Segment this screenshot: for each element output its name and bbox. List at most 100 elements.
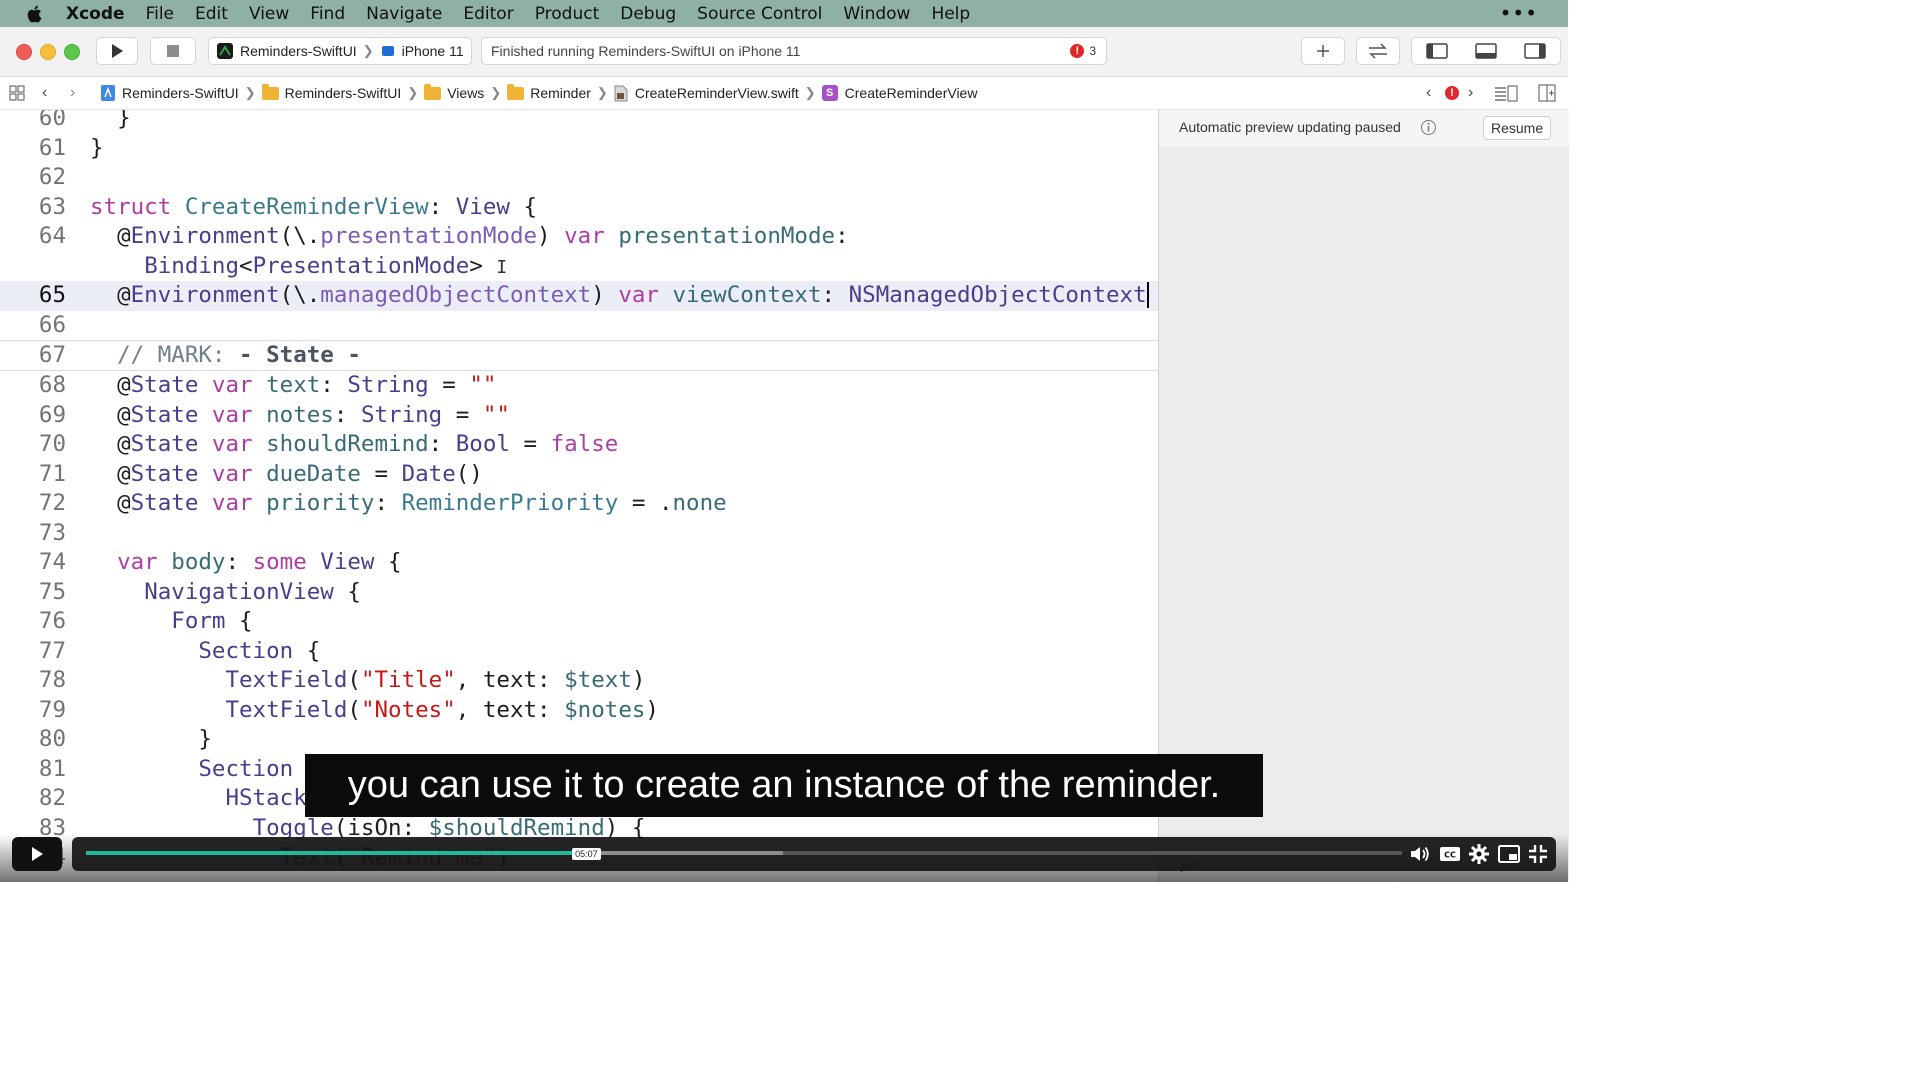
menu-help[interactable]: Help: [931, 4, 970, 24]
code-line: 72 @State var priority: ReminderPriority…: [0, 489, 1158, 519]
code-line: 62: [0, 163, 1158, 193]
menu-editor[interactable]: Editor: [463, 4, 513, 24]
info-icon[interactable]: [1420, 119, 1437, 136]
code-line: 74 var body: some View {: [0, 548, 1158, 578]
line-code: @State var notes: String = "": [90, 401, 510, 428]
menu-source-control[interactable]: Source Control: [697, 4, 822, 24]
crumb-reminder[interactable]: Reminder: [530, 85, 591, 101]
more-icon[interactable]: •••: [1500, 1, 1538, 25]
error-icon: !: [1070, 44, 1085, 58]
menu-debug[interactable]: Debug: [620, 4, 676, 24]
plus-icon: [1317, 45, 1329, 57]
back-icon[interactable]: ‹: [42, 77, 47, 109]
line-number: 82: [38, 785, 66, 811]
code-line: 80 }: [0, 725, 1158, 755]
menu-view[interactable]: View: [249, 4, 289, 24]
forward-icon[interactable]: ›: [70, 77, 75, 109]
line-code: Form {: [171, 608, 253, 634]
left-panel-icon[interactable]: [1425, 43, 1448, 59]
chevron-right-icon: ❯: [244, 85, 256, 100]
add-editor-icon[interactable]: [1538, 77, 1556, 109]
crumb-project[interactable]: Reminders-SwiftUI: [122, 85, 239, 101]
line-code: Section: [198, 755, 294, 782]
code-line: 64 @Environment(\.presentationMode) var …: [0, 222, 1158, 252]
menu-file[interactable]: File: [146, 4, 174, 24]
error-count: 3: [1089, 44, 1096, 58]
stop-button[interactable]: [150, 37, 196, 65]
code-line: 68 @State var text: String = "": [0, 371, 1158, 401]
minimize-window-button[interactable]: [40, 44, 56, 60]
editor-options-icon[interactable]: [1494, 77, 1518, 109]
menu-xcode[interactable]: Xcode: [66, 4, 125, 24]
line-number: 66: [38, 311, 66, 338]
menu-product[interactable]: Product: [535, 4, 600, 24]
zoom-window-button[interactable]: [64, 44, 80, 60]
menu-bar: Xcode File Edit View Find Navigate Edito…: [0, 0, 1568, 27]
code-line: 73: [0, 519, 1158, 549]
code-line: 60 }: [0, 110, 1158, 134]
menu-navigate[interactable]: Navigate: [366, 4, 442, 24]
line-number: 75: [38, 578, 66, 605]
code-line: 71 @State var dueDate = Date(): [0, 460, 1158, 490]
exit-fullscreen-icon[interactable]: [1526, 842, 1550, 866]
code-review-button[interactable]: [1356, 37, 1400, 65]
apple-icon[interactable]: [24, 3, 46, 25]
run-button[interactable]: [96, 37, 138, 65]
previous-issue-icon[interactable]: ‹: [1426, 77, 1431, 109]
code-line: 77 Section {: [0, 637, 1158, 667]
error-indicator[interactable]: ! 3: [1070, 44, 1096, 58]
library-button[interactable]: [1301, 37, 1345, 65]
line-code: TextField("Title", text: $text): [225, 667, 646, 693]
line-code: Binding<PresentationMode> I: [144, 252, 508, 279]
crumb-file[interactable]: CreateReminderView.swift: [635, 85, 799, 101]
volume-icon[interactable]: [1408, 842, 1432, 866]
scheme-selector[interactable]: Reminders-SwiftUI ❯ iPhone 11: [208, 37, 472, 65]
issue-indicator[interactable]: !: [1445, 77, 1459, 109]
menu-window[interactable]: Window: [843, 4, 910, 24]
line-code: @State var priority: ReminderPriority = …: [90, 490, 727, 516]
line-code: // MARK: - State -: [117, 341, 361, 368]
code-line: Binding<PresentationMode> I: [0, 252, 1158, 282]
project-icon: [101, 85, 115, 101]
line-number: 63: [38, 193, 66, 220]
play-button[interactable]: [12, 837, 62, 871]
settings-gear-icon[interactable]: [1467, 842, 1491, 866]
play-icon: [32, 847, 43, 861]
code-line: 63 struct CreateReminderView: View {: [0, 193, 1158, 223]
stop-icon: [167, 45, 179, 57]
crumb-symbol[interactable]: CreateReminderView: [845, 85, 978, 101]
line-code: NavigationView {: [144, 578, 361, 605]
play-icon: [112, 44, 123, 58]
picture-in-picture-icon[interactable]: [1497, 842, 1521, 866]
progress-track[interactable]: 05:07: [86, 848, 1402, 860]
swift-file-icon: [614, 85, 628, 101]
crumb-views[interactable]: Views: [447, 85, 484, 101]
device-name: iPhone 11: [401, 43, 464, 59]
right-panel-icon[interactable]: [1524, 43, 1547, 59]
next-issue-icon[interactable]: ›: [1468, 77, 1473, 109]
struct-icon: S: [821, 85, 838, 101]
activity-view: Finished running Reminders-SwiftUI on iP…: [481, 37, 1107, 65]
crumb-group[interactable]: Reminders-SwiftUI: [285, 85, 402, 101]
menu-edit[interactable]: Edit: [195, 4, 228, 24]
toolbar: Reminders-SwiftUI ❯ iPhone 11 Finished r…: [0, 27, 1568, 77]
line-code: @State var shouldRemind: Bool = false: [90, 431, 619, 457]
code-line: 75 NavigationView {: [0, 578, 1158, 608]
folder-icon: [261, 83, 279, 100]
chevron-right-icon: ❯: [596, 85, 608, 100]
line-number: 67: [38, 341, 66, 368]
swap-arrows-icon: [1369, 43, 1387, 59]
line-number: 69: [38, 401, 66, 428]
bottom-panel-icon[interactable]: [1475, 43, 1497, 59]
chevron-right-icon: ❯: [804, 85, 816, 100]
related-items-icon[interactable]: [8, 77, 26, 109]
code-line: 69 @State var notes: String = "": [0, 401, 1158, 431]
close-window-button[interactable]: [16, 44, 32, 60]
menu-find[interactable]: Find: [310, 4, 345, 24]
code-line: 67 // MARK: - State -: [0, 341, 1158, 371]
resume-button[interactable]: Resume: [1483, 116, 1552, 140]
line-number: 78: [38, 667, 66, 693]
captions-icon[interactable]: CC: [1438, 842, 1462, 866]
line-number: 65: [38, 282, 66, 308]
chevron-right-icon: ❯: [490, 85, 502, 100]
